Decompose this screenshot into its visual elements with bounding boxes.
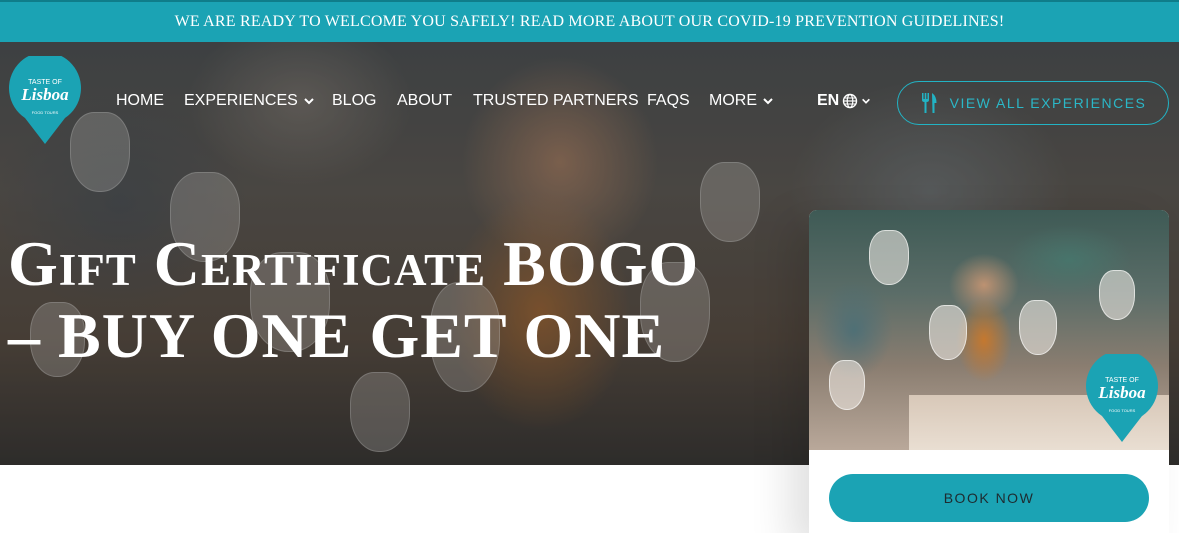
nav-item-trusted-partners[interactable]: TRUSTED PARTNERS: [473, 92, 639, 110]
announcement-text[interactable]: WE ARE READY TO WELCOME YOU SAFELY! READ…: [175, 13, 1005, 31]
nav-item-more[interactable]: MORE: [709, 92, 774, 110]
nav-item-label: EXPERIENCES: [184, 92, 298, 109]
cta-label: VIEW ALL EXPERIENCES: [949, 95, 1147, 111]
nav-item-home[interactable]: HOME: [116, 92, 164, 110]
nav-item-label: BLOG: [332, 92, 377, 109]
nav-item-blog[interactable]: BLOG: [332, 92, 376, 110]
language-label: EN: [817, 92, 840, 109]
title-line-1: Gift Certificate BOGO: [8, 228, 700, 299]
nav-item-label: TRUSTED PARTNERS: [473, 92, 639, 109]
nav-item-experiences[interactable]: EXPERIENCES: [184, 92, 315, 110]
taste-of-lisboa-logo: TASTE OF Lisboa FOOD TOURS: [1086, 354, 1158, 442]
svg-text:FOOD TOURS: FOOD TOURS: [1109, 408, 1136, 413]
tour-photo: TASTE OF Lisboa FOOD TOURS: [809, 210, 1169, 450]
nav-item-label: ABOUT: [397, 92, 453, 109]
book-now-button[interactable]: BOOK NOW: [829, 474, 1149, 522]
svg-text:Lisboa: Lisboa: [1097, 383, 1146, 402]
covid-announcement-bar[interactable]: WE ARE READY TO WELCOME YOU SAFELY! READ…: [0, 0, 1179, 42]
page-title: Gift Certificate BOGO – BUY ONE GET ONE: [8, 228, 728, 372]
nav-item-about[interactable]: ABOUT: [397, 92, 452, 110]
nav-item-label: HOME: [116, 92, 164, 109]
main-nav: HOME EXPERIENCES BLOG ABOUT TRUSTED PART…: [0, 92, 800, 116]
nav-item-faqs[interactable]: FAQS: [647, 92, 690, 110]
book-now-label: BOOK NOW: [943, 490, 1035, 506]
language-selector[interactable]: EN: [817, 92, 871, 110]
chevron-down-icon: [862, 98, 871, 104]
fork-knife-icon: [921, 93, 937, 113]
nav-item-label: FAQS: [647, 92, 690, 109]
nav-item-label: MORE: [709, 92, 757, 109]
title-line-2: – BUY ONE GET ONE: [8, 300, 666, 371]
chevron-down-icon: [304, 98, 314, 105]
chevron-down-icon: [763, 98, 773, 105]
booking-card: TASTE OF Lisboa FOOD TOURS BOOK NOW: [809, 210, 1169, 533]
view-all-experiences-button[interactable]: VIEW ALL EXPERIENCES: [897, 81, 1169, 125]
globe-icon: [843, 93, 858, 109]
